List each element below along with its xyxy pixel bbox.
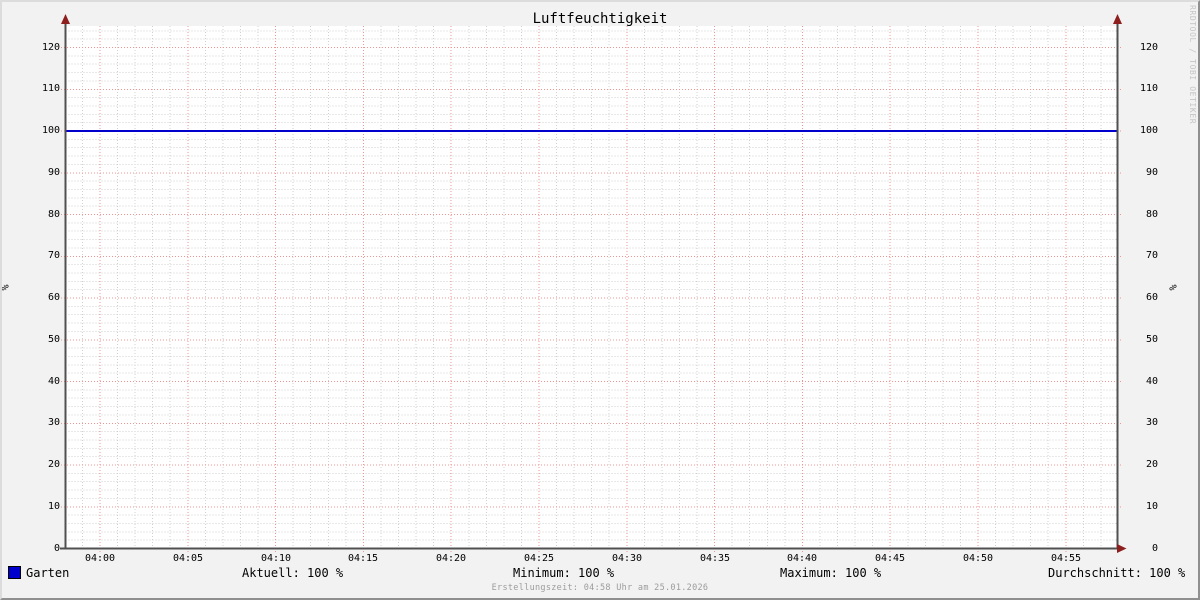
x-tick-label: 04:05 <box>172 553 204 564</box>
y-tick-label-right: 70 <box>1145 250 1158 261</box>
y-tick-label-left: 70 <box>47 250 60 261</box>
y-tick-label-right: 90 <box>1145 167 1158 178</box>
x-tick-label: 04:45 <box>874 553 906 564</box>
y-tick-label-right: 40 <box>1145 376 1158 387</box>
y-tick-label-right: 30 <box>1145 417 1158 428</box>
y-tick-label-left: 50 <box>47 334 60 345</box>
stat-maximum: Maximum: 100 % <box>780 566 882 580</box>
x-tick-label: 04:20 <box>435 553 467 564</box>
y-tick-label-right: 120 <box>1139 42 1158 53</box>
y-tick-label-left: 20 <box>47 459 60 470</box>
y-tick-label-left: 30 <box>47 417 60 428</box>
y-tick-label-right: 110 <box>1139 83 1158 94</box>
x-tick-label: 04:35 <box>699 553 731 564</box>
plot-area <box>60 14 1127 553</box>
y-tick-label-right: 20 <box>1145 459 1158 470</box>
x-tick-label: 04:15 <box>347 553 379 564</box>
y-tick-label-right: 80 <box>1145 209 1158 220</box>
series-color-swatch <box>8 566 21 579</box>
y-tick-label-right: 10 <box>1145 501 1158 512</box>
x-tick-label: 04:10 <box>260 553 292 564</box>
stat-aktuell: Aktuell: 100 % <box>242 566 344 580</box>
y-tick-label-right: 50 <box>1145 334 1158 345</box>
y-tick-label-left: 40 <box>47 376 60 387</box>
y-tick-label-left: 90 <box>47 167 60 178</box>
stat-minimum: Minimum: 100 % <box>513 566 615 580</box>
x-tick-label: 04:50 <box>962 553 994 564</box>
y-tick-label-left: 110 <box>41 83 60 94</box>
x-tick-label: 04:55 <box>1050 553 1082 564</box>
y-tick-label-left: 100 <box>41 125 60 136</box>
rrdtool-humidity-graph: Luftfeuchtigkeit RRDTOOL / TOBI OETIKER … <box>0 0 1200 600</box>
stat-durchschnitt: Durchschnitt: 100 % <box>1048 566 1186 580</box>
y-tick-label-right: 0 <box>1151 543 1158 554</box>
creation-time: Erstellungszeit: 04:58 Uhr am 25.01.2026 <box>491 583 709 593</box>
y-tick-label-left: 120 <box>41 42 60 53</box>
y-tick-label-right: 100 <box>1139 125 1158 136</box>
y-axis-unit-left: % <box>0 284 12 291</box>
x-tick-label: 04:00 <box>84 553 116 564</box>
y-tick-label-left: 0 <box>53 543 60 554</box>
y-tick-label-right: 60 <box>1145 292 1158 303</box>
y-tick-label-left: 80 <box>47 209 60 220</box>
y-tick-label-left: 10 <box>47 501 60 512</box>
x-tick-label: 04:30 <box>611 553 643 564</box>
x-tick-label: 04:40 <box>786 553 818 564</box>
y-axis-unit-right: % <box>1168 284 1180 291</box>
series-label: Garten <box>26 566 70 580</box>
x-tick-label: 04:25 <box>523 553 555 564</box>
y-tick-label-left: 60 <box>47 292 60 303</box>
